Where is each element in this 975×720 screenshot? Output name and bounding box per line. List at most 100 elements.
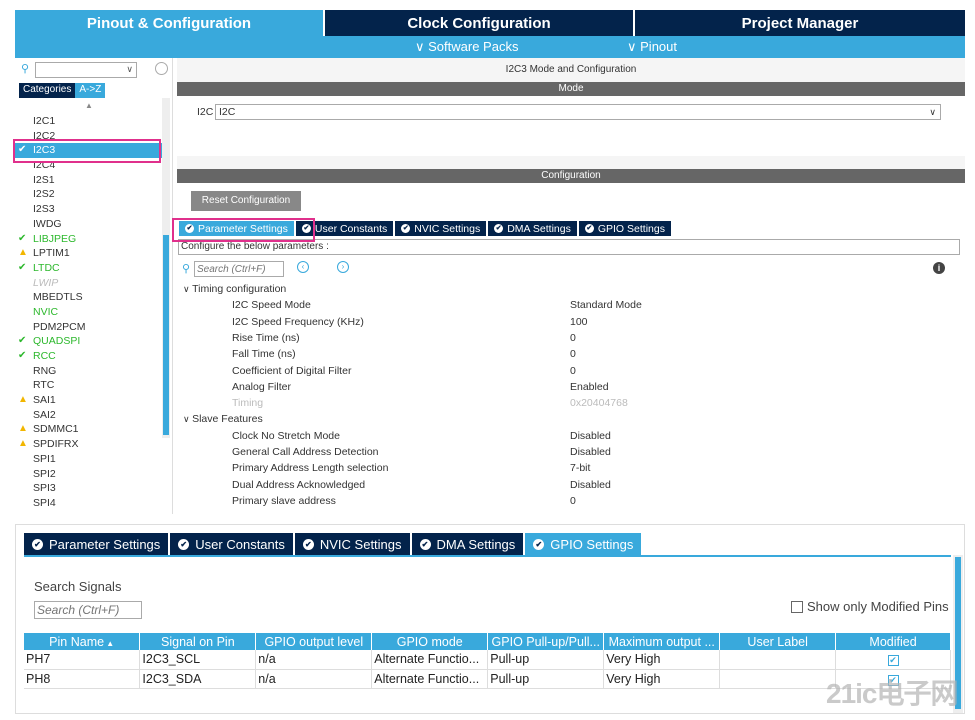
parameter-value[interactable]: 0: [570, 363, 576, 379]
list-item-i2s3[interactable]: I2S3: [15, 202, 163, 217]
list-item-libjpeg[interactable]: ✔ LIBJPEG: [15, 232, 163, 247]
cell-pull: Pull-up: [487, 669, 605, 689]
check-circle-icon: ✔: [178, 538, 190, 550]
tab-clock-configuration[interactable]: Clock Configuration: [325, 10, 635, 36]
i2c-mode-select[interactable]: I2C ∨: [215, 104, 941, 120]
chevron-down-icon[interactable]: ∨: [183, 414, 192, 424]
list-item-sdmmc1[interactable]: ▲ SDMMC1: [15, 422, 163, 437]
software-packs-menu[interactable]: ∨ Software Packs: [415, 39, 518, 55]
list-item-sai1[interactable]: ▲ SAI1: [15, 393, 163, 408]
list-item-spi3[interactable]: SPI3: [15, 481, 163, 496]
list-item-spi4[interactable]: SPI4: [15, 496, 163, 511]
left-scrollbar[interactable]: [162, 98, 170, 438]
list-item-rtc[interactable]: RTC: [15, 378, 163, 393]
list-item-mbedtls[interactable]: MBEDTLS: [15, 290, 163, 305]
bottom-tab-user-constants[interactable]: ✔ User Constants: [170, 533, 295, 555]
tab-project-manager[interactable]: Project Manager: [635, 10, 965, 36]
parameter-value[interactable]: Disabled: [570, 477, 611, 493]
sort-arrow-icon[interactable]: ▲: [85, 101, 93, 110]
parameter-name: Timing: [232, 397, 264, 410]
parameter-value[interactable]: Enabled: [570, 379, 609, 395]
cell-mode: Alternate Functio...: [371, 669, 489, 689]
mode-header: Mode: [177, 82, 965, 96]
check-circle-icon: ✔: [494, 224, 504, 233]
reset-configuration-button[interactable]: Reset Configuration: [191, 191, 301, 211]
table-row[interactable]: PH8 I2C3_SDA n/a Alternate Functio... Pull-u…: [24, 669, 951, 689]
list-item-i2s2[interactable]: I2S2: [15, 187, 163, 202]
table-row[interactable]: PH7 I2C3_SCL n/a Alternate Functio... Pull-u…: [24, 650, 951, 670]
list-item-quadspi[interactable]: ✔ QUADSPI: [15, 334, 163, 349]
check-circle-icon: ✔: [584, 224, 594, 233]
list-item-sai2[interactable]: SAI2: [15, 408, 163, 423]
scrollbar-thumb[interactable]: [163, 235, 169, 435]
modified-checkbox[interactable]: ✔: [887, 655, 899, 667]
show-modified-checkbox[interactable]: [791, 601, 803, 613]
column-header[interactable]: GPIO output level: [255, 633, 373, 650]
parameter-value[interactable]: 7-bit: [570, 460, 590, 476]
tab-label: User Constants: [195, 536, 285, 552]
list-item-spi2[interactable]: SPI2: [15, 467, 163, 482]
tab-a-to-z[interactable]: A->Z: [75, 83, 106, 98]
list-item-label: LWIP: [33, 276, 59, 289]
tab-gpio-settings[interactable]: ✔ GPIO Settings: [578, 221, 673, 236]
list-item-iwdg[interactable]: IWDG: [15, 217, 163, 232]
cell-pin: PH8: [24, 669, 141, 689]
chevron-down-icon[interactable]: ∨: [183, 284, 192, 294]
list-item-ltdc[interactable]: ✔ LTDC: [15, 261, 163, 276]
parameter-value[interactable]: 0: [570, 346, 576, 362]
pinout-menu[interactable]: ∨ Pinout: [627, 39, 677, 55]
check-icon: ✔: [18, 232, 27, 244]
parameter-value[interactable]: 0x20404768: [570, 395, 628, 411]
settings-icon[interactable]: [155, 62, 168, 75]
info-icon[interactable]: i: [933, 262, 945, 274]
tree-section-timing-configuration[interactable]: ∨ Timing configuration: [183, 281, 286, 297]
bottom-tab-nvic-settings[interactable]: ✔ NVIC Settings: [294, 533, 412, 555]
list-item-lwip[interactable]: LWIP: [15, 276, 163, 291]
parameter-name: Primary Address Length selection: [232, 462, 389, 475]
tab-pinout-configuration[interactable]: Pinout & Configuration: [15, 10, 325, 36]
cell-label[interactable]: [719, 669, 837, 689]
column-header-label: Pin Name: [49, 634, 105, 649]
parameter-value[interactable]: Disabled: [570, 444, 611, 460]
column-header[interactable]: Signal on Pin: [139, 633, 257, 650]
bottom-tab-dma-settings[interactable]: ✔ DMA Settings: [411, 533, 526, 555]
search-previous-icon[interactable]: ‹: [297, 261, 309, 273]
list-item-spdifrx[interactable]: ▲ SPDIFRX: [15, 437, 163, 452]
list-item-lptim1[interactable]: ▲ LPTIM1: [15, 246, 163, 261]
list-item-rcc[interactable]: ✔ RCC: [15, 349, 163, 364]
parameter-value[interactable]: Standard Mode: [570, 297, 642, 313]
search-next-icon[interactable]: ›: [337, 261, 349, 273]
parameter-name: I2C Speed Frequency (KHz): [232, 315, 364, 328]
signal-search-input[interactable]: [34, 601, 142, 619]
list-item-i2s1[interactable]: I2S1: [15, 173, 163, 188]
tab-dma-settings[interactable]: ✔ DMA Settings: [488, 221, 579, 236]
bottom-tab-gpio-settings[interactable]: ✔ GPIO Settings: [525, 533, 644, 555]
chevron-down-icon[interactable]: ∨: [126, 64, 133, 75]
column-header[interactable]: GPIO mode: [371, 633, 489, 650]
bottom-tab-parameter-settings[interactable]: ✔ Parameter Settings: [24, 533, 171, 555]
list-item-label: SPDIFRX: [33, 438, 79, 451]
parameter-value[interactable]: Disabled: [570, 428, 611, 444]
list-item-i2c1[interactable]: I2C1: [15, 114, 163, 129]
cell-label[interactable]: [719, 650, 837, 670]
parameter-value[interactable]: 0: [570, 493, 576, 509]
tree-section-slave-features[interactable]: ∨ Slave Features: [183, 411, 263, 427]
list-item-nvic[interactable]: NVIC: [15, 305, 163, 320]
column-header[interactable]: Modified: [835, 633, 951, 650]
category-search-input[interactable]: ∨: [35, 62, 137, 78]
column-header[interactable]: Pin Name ▲: [24, 633, 141, 650]
sort-arrow-icon[interactable]: ▲: [104, 639, 114, 648]
parameter-value[interactable]: 100: [570, 314, 588, 330]
parameter-search-input[interactable]: [194, 261, 284, 277]
list-item-rng[interactable]: RNG: [15, 364, 163, 379]
list-item-spi1[interactable]: SPI1: [15, 452, 163, 467]
column-header[interactable]: Maximum output ...: [603, 633, 721, 650]
tab-categories[interactable]: Categories: [19, 83, 76, 98]
tab-nvic-settings[interactable]: ✔ NVIC Settings: [395, 221, 489, 236]
parameter-value[interactable]: 0: [570, 330, 576, 346]
chevron-down-icon[interactable]: ∨: [929, 105, 936, 119]
column-header[interactable]: User Label: [719, 633, 837, 650]
column-header[interactable]: GPIO Pull-up/Pull...: [487, 633, 605, 650]
search-icon: ⚲: [21, 63, 30, 75]
list-item-pdm2pcm[interactable]: PDM2PCM: [15, 320, 163, 335]
